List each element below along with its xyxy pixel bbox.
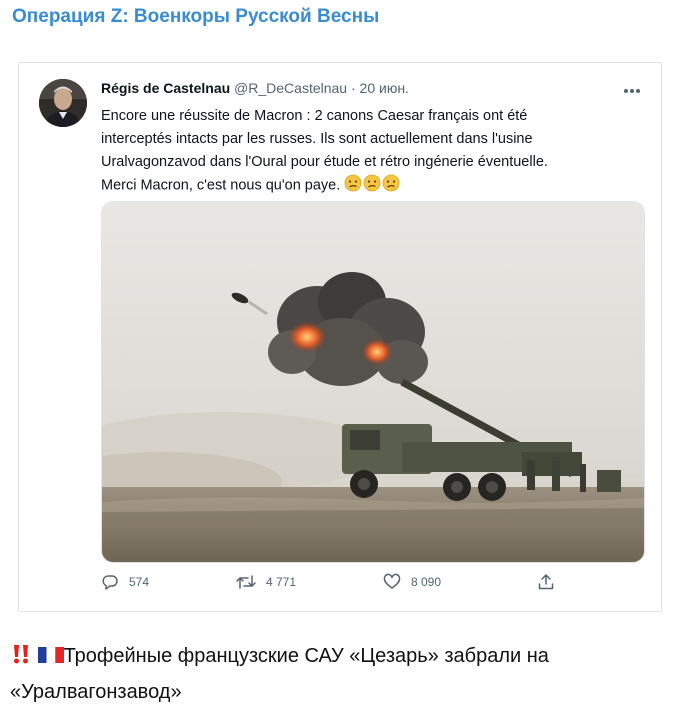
tweet-text-line: interceptés intacts par les russes. Ils … [101,131,533,147]
tweet-text-line: Uralvagonzavod dans l'Oural pour étude e… [101,154,548,170]
like-count: 8 090 [411,575,442,589]
clipped-previous-text [39,97,599,105]
author-name[interactable]: Régis de Castelnau [101,80,230,96]
tweet-text-line-last: Merci Macron, c'est nous qu'on paye. [101,174,631,197]
caption-text: Трофейные французские САУ «Цезарь» забра… [10,645,549,703]
confused-face-icon [363,174,381,192]
double-exclamation-icon [14,645,28,664]
reply-count: 574 [129,575,150,589]
avatar[interactable] [39,79,87,127]
post-caption: Трофейные французские САУ «Цезарь» забра… [10,640,650,709]
tweet-text-line: Merci Macron, c'est nous qu'on paye. [101,177,341,194]
like-action[interactable]: 8 090 [383,573,441,591]
retweet-action[interactable]: 4 771 [236,573,296,591]
tweet-text: Encore une réussite de Macron : 2 canons… [101,105,631,197]
tweet-header: Régis de Castelnau @R_DeCastelnau · 20 и… [101,80,409,96]
tweet-text-line: Encore une réussite de Macron : 2 canons… [101,108,528,124]
french-flag-icon [37,646,64,664]
retweet-icon [236,575,256,589]
tweet-media-photo[interactable] [101,201,645,563]
confused-face-icon [382,174,400,192]
reply-action[interactable]: 574 [101,573,149,591]
retweet-count: 4 771 [266,575,297,589]
tweet-actions: 574 4 771 8 090 [101,573,561,597]
share-icon [538,574,554,590]
author-handle[interactable]: @R_DeCastelnau [234,80,347,96]
more-options-icon[interactable] [623,81,641,99]
emoji-group [344,174,401,197]
separator-dot: · [350,80,356,96]
confused-face-icon [344,174,362,192]
embedded-tweet-card[interactable]: Régis de Castelnau @R_DeCastelnau · 20 и… [18,62,662,612]
reply-icon [102,575,118,590]
heart-icon [383,573,401,589]
channel-title[interactable]: Операция Z: Военкоры Русской Весны [12,6,379,28]
caption-icons [10,643,64,676]
share-action[interactable] [537,573,555,591]
tweet-date[interactable]: 20 июн. [360,80,409,96]
artillery-photo [102,202,644,562]
